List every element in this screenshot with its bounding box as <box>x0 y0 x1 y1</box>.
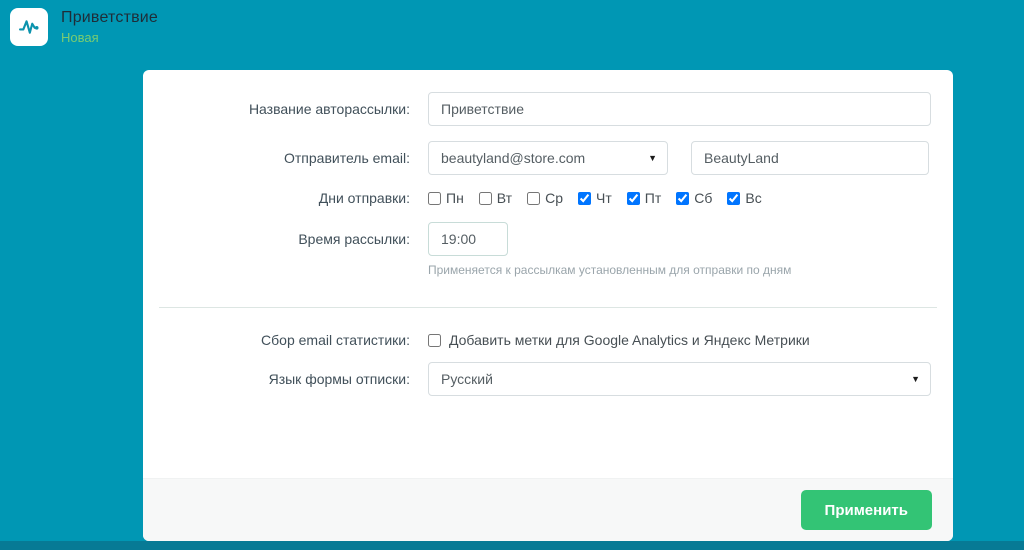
chevron-down-icon: ▼ <box>911 374 920 384</box>
day-checkbox-sun-input[interactable] <box>727 191 741 205</box>
day-checkbox-tue-input[interactable] <box>478 191 492 205</box>
section-divider <box>159 307 937 308</box>
day-checkbox-tue[interactable]: Вт <box>478 190 512 206</box>
analytics-tags-checkbox-input[interactable] <box>428 333 441 347</box>
chevron-down-icon: ▼ <box>648 153 657 163</box>
sender-name-input[interactable] <box>691 141 929 175</box>
day-checkbox-fri-input[interactable] <box>626 191 640 205</box>
send-time-label: Время рассылки: <box>298 231 410 247</box>
send-time-input[interactable] <box>428 222 508 256</box>
sender-label: Отправитель email: <box>284 150 410 166</box>
day-checkbox-mon-input[interactable] <box>428 191 441 205</box>
day-checkbox-sat[interactable]: Сб <box>676 190 712 206</box>
unsubscribe-language-label: Язык формы отписки: <box>268 371 410 387</box>
app-header: Приветствие Новая <box>10 8 158 46</box>
send-days-row: Дни отправки: Пн Вт Ср Чт Пт Сб Вс <box>143 190 953 206</box>
sender-email-select[interactable]: beautyland@store.com ▼ <box>428 141 668 175</box>
send-time-row: Время рассылки: Применяется к рассылкам … <box>143 222 953 277</box>
unsubscribe-language-select[interactable]: Русский ▼ <box>428 362 931 396</box>
unsubscribe-language-row: Язык формы отписки: Русский ▼ <box>143 362 953 396</box>
day-checkbox-wed[interactable]: Ср <box>527 190 563 206</box>
day-checkbox-sun[interactable]: Вс <box>727 190 762 206</box>
day-checkbox-thu[interactable]: Чт <box>578 190 612 206</box>
send-time-hint: Применяется к рассылкам установленным дл… <box>428 263 792 277</box>
sender-row: Отправитель email: beautyland@store.com … <box>143 141 953 175</box>
day-checkbox-sat-input[interactable] <box>676 191 690 205</box>
page-subtitle: Новая <box>61 30 99 45</box>
day-checkbox-mon[interactable]: Пн <box>428 190 464 206</box>
day-checkbox-thu-input[interactable] <box>578 191 591 205</box>
card-footer: Применить <box>143 478 953 541</box>
day-checkbox-wed-input[interactable] <box>527 191 541 205</box>
name-row: Название авторассылки: <box>143 92 953 126</box>
name-label: Название авторассылки: <box>248 101 410 117</box>
activity-pulse-icon <box>10 8 48 46</box>
send-days-label: Дни отправки: <box>318 190 410 206</box>
analytics-tags-checkbox[interactable]: Добавить метки для Google Analytics и Ян… <box>428 332 810 348</box>
autoresponder-name-input[interactable] <box>428 92 931 126</box>
apply-button[interactable]: Применить <box>800 490 932 530</box>
day-checkbox-fri[interactable]: Пт <box>626 190 661 206</box>
sender-email-value: beautyland@store.com <box>441 150 586 166</box>
page-title: Приветствие <box>61 9 159 26</box>
email-stats-row: Сбор email статистики: Добавить метки дл… <box>143 332 953 348</box>
unsubscribe-language-value: Русский <box>441 371 493 387</box>
bottom-bar <box>0 541 1024 550</box>
autoresponder-settings-card: Название авторассылки: Отправитель email… <box>143 70 953 541</box>
email-stats-label: Сбор email статистики: <box>261 332 410 348</box>
